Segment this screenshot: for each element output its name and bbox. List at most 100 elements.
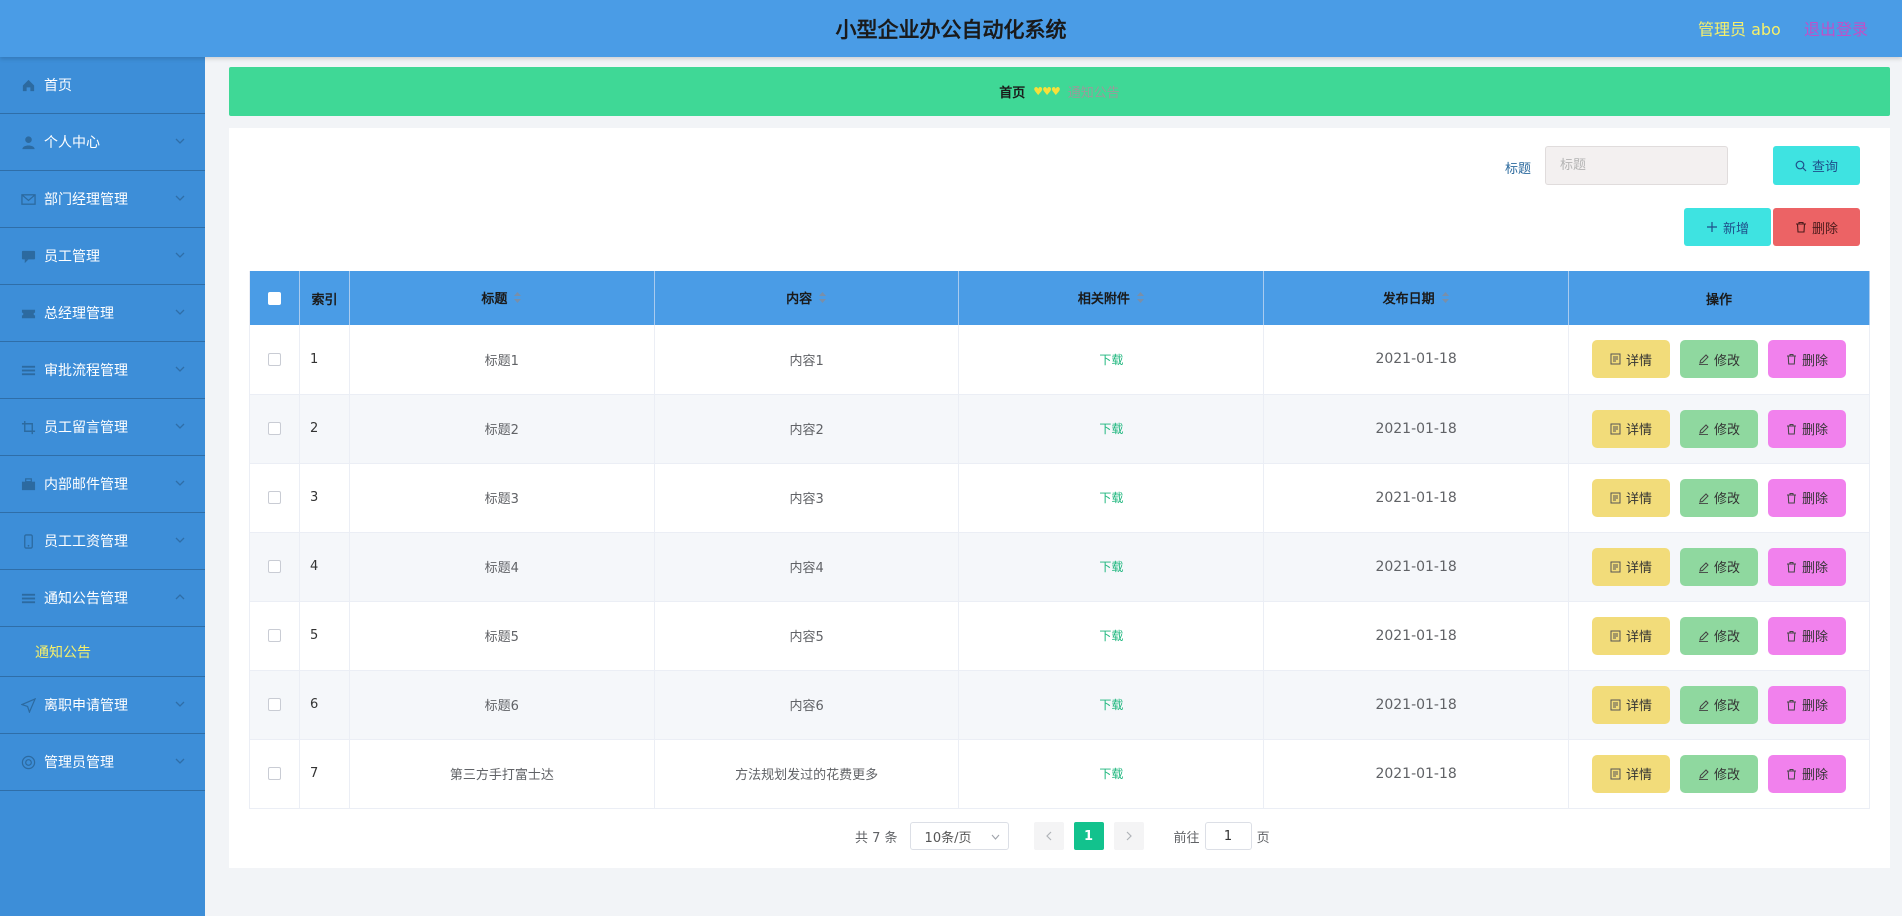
pencil-icon	[1698, 561, 1709, 573]
edit-button[interactable]: 修改	[1680, 340, 1758, 379]
download-link[interactable]: 下载	[1099, 629, 1123, 643]
page-size-select[interactable]: 10条/页	[909, 822, 1009, 850]
sort-icon[interactable]	[1441, 291, 1450, 308]
sidebar-item-dept-manager[interactable]: 部门经理管理	[0, 171, 205, 228]
sidebar-item-approval[interactable]: 审批流程管理	[0, 342, 205, 399]
goto-suffix: 页	[1256, 830, 1270, 846]
search-label: 标题	[1505, 162, 1532, 177]
edit-button[interactable]: 修改	[1680, 754, 1758, 793]
delete-button[interactable]: 删除	[1768, 409, 1846, 448]
column-header-attachment[interactable]: 相关附件	[958, 271, 1265, 325]
cell-date: 2021-01-18	[1263, 601, 1570, 671]
goto-prefix: 前往	[1173, 830, 1200, 846]
column-header-content[interactable]: 内容	[654, 271, 960, 325]
sidebar-item-label: 离职申请管理	[44, 698, 128, 714]
cell-date: 2021-01-18	[1263, 325, 1570, 395]
row-checkbox[interactable]	[267, 560, 281, 573]
crop-icon	[20, 419, 36, 435]
row-checkbox[interactable]	[267, 491, 281, 504]
page-size-value: 10条/页	[924, 830, 972, 846]
sort-icon[interactable]	[1136, 291, 1145, 308]
sidebar-item-messages[interactable]: 员工留言管理	[0, 399, 205, 456]
row-checkbox[interactable]	[267, 352, 281, 366]
add-button[interactable]: 新增	[1684, 208, 1771, 246]
delete-button-label: 删除	[1801, 423, 1828, 438]
row-checkbox[interactable]	[267, 698, 281, 711]
sidebar-item-salary[interactable]: 员工工资管理	[0, 513, 205, 570]
home-icon	[20, 77, 36, 93]
admin-user-label: 管理员 abo	[1698, 20, 1781, 39]
column-header-date[interactable]: 发布日期	[1263, 271, 1570, 325]
delete-button[interactable]: 删除	[1768, 685, 1846, 724]
detail-button[interactable]: 详情	[1592, 754, 1670, 793]
title-search-input[interactable]	[1545, 146, 1728, 185]
logout-link[interactable]: 退出登录	[1804, 16, 1868, 40]
column-header-title[interactable]: 标题	[349, 271, 655, 325]
row-checkbox[interactable]	[267, 422, 281, 435]
goto-page-input[interactable]	[1204, 822, 1252, 850]
column-header-index: 索引	[299, 271, 350, 325]
select-all-cell	[249, 271, 300, 325]
sidebar-item-general-manager[interactable]: 总经理管理	[0, 285, 205, 342]
trash-icon	[1786, 423, 1796, 434]
document-icon	[1610, 768, 1621, 779]
batch-delete-button[interactable]: 删除	[1773, 208, 1860, 246]
detail-button[interactable]: 详情	[1592, 547, 1670, 586]
table-row: 1 标题1 内容1 下载 2021-01-18 详情 修改 删除	[249, 325, 1870, 395]
chevron-down-icon	[175, 138, 185, 144]
edit-button[interactable]: 修改	[1680, 478, 1758, 517]
detail-button[interactable]: 详情	[1592, 616, 1670, 655]
prev-page-button[interactable]	[1033, 822, 1064, 850]
sidebar-item-personal-center[interactable]: 个人中心	[0, 114, 205, 171]
row-checkbox[interactable]	[267, 767, 281, 780]
document-icon	[1610, 353, 1621, 365]
detail-button[interactable]: 详情	[1592, 340, 1670, 379]
sidebar-item-notice[interactable]: 通知公告管理	[0, 570, 205, 627]
sort-icon[interactable]	[513, 291, 522, 308]
page-number-current[interactable]: 1	[1073, 822, 1104, 850]
cell-date: 2021-01-18	[1263, 670, 1570, 740]
delete-button[interactable]: 删除	[1768, 616, 1846, 655]
download-link[interactable]: 下载	[1099, 422, 1123, 436]
cell-title: 标题6	[349, 670, 655, 740]
delete-button[interactable]: 删除	[1768, 754, 1846, 793]
sidebar-subitem-notice[interactable]: 通知公告	[0, 627, 205, 677]
cell-date: 2021-01-18	[1263, 394, 1570, 464]
sidebar-item-label: 管理员管理	[44, 755, 114, 771]
detail-button[interactable]: 详情	[1592, 685, 1670, 724]
edit-button[interactable]: 修改	[1680, 547, 1758, 586]
next-page-button[interactable]	[1113, 822, 1144, 850]
delete-button[interactable]: 删除	[1768, 340, 1846, 379]
delete-button[interactable]: 删除	[1768, 547, 1846, 586]
sidebar-item-internal-mail[interactable]: 内部邮件管理	[0, 456, 205, 513]
sidebar-item-employee[interactable]: 员工管理	[0, 228, 205, 285]
sidebar-item-resignation[interactable]: 离职申请管理	[0, 677, 205, 734]
cell-index: 7	[299, 739, 350, 809]
row-select-cell	[249, 601, 300, 671]
document-icon	[1610, 630, 1621, 641]
detail-button[interactable]: 详情	[1592, 478, 1670, 517]
download-link[interactable]: 下载	[1099, 491, 1123, 505]
pencil-icon	[1698, 423, 1709, 435]
edit-button[interactable]: 修改	[1680, 685, 1758, 724]
sidebar-item-home[interactable]: 首页	[0, 57, 205, 114]
download-link[interactable]: 下载	[1099, 560, 1123, 574]
download-link[interactable]: 下载	[1099, 698, 1123, 712]
row-checkbox[interactable]	[267, 629, 281, 642]
detail-button[interactable]: 详情	[1592, 409, 1670, 448]
sort-icon[interactable]	[818, 291, 827, 308]
detail-button-label: 详情	[1625, 353, 1652, 369]
detail-button-label: 详情	[1625, 492, 1652, 507]
select-all-checkbox[interactable]	[267, 291, 281, 305]
breadcrumb-home[interactable]: 首页	[999, 82, 1025, 101]
briefcase-icon	[20, 476, 36, 492]
query-button[interactable]: 查询	[1773, 146, 1860, 185]
download-link[interactable]: 下载	[1099, 353, 1123, 367]
cell-attachment: 下载	[958, 601, 1265, 671]
cell-actions: 详情 修改 删除	[1568, 670, 1870, 740]
edit-button[interactable]: 修改	[1680, 616, 1758, 655]
edit-button[interactable]: 修改	[1680, 409, 1758, 448]
sidebar-item-admin[interactable]: 管理员管理	[0, 734, 205, 791]
delete-button[interactable]: 删除	[1768, 478, 1846, 517]
download-link[interactable]: 下载	[1099, 767, 1123, 781]
